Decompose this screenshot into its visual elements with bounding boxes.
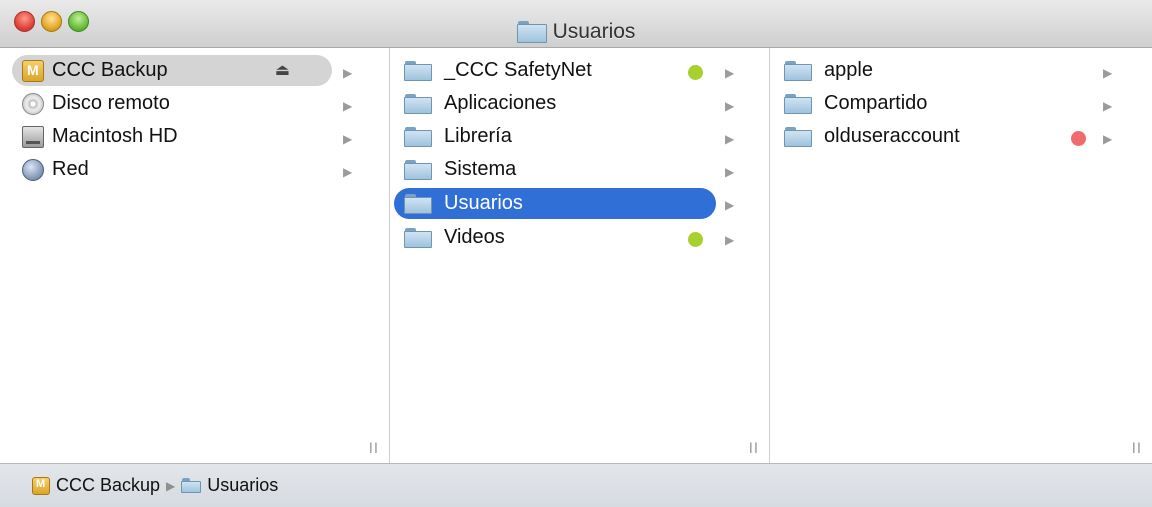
list-item-macintosh-hd[interactable]: Macintosh HD [12,121,332,152]
list-item-videos[interactable]: Videos [394,222,714,253]
green-tag-dot [688,232,703,247]
remote-disc-icon [22,92,44,115]
path-bar: CCC Backup ▶ Usuarios [0,463,1152,507]
backup-volume-icon [22,59,44,82]
disclosure-arrow-icon: ▶ [725,99,735,113]
disclosure-arrow-icon: ▶ [725,66,735,80]
backup-volume-icon [32,476,50,495]
window-title: Usuarios [552,20,636,43]
disclosure-arrow-icon: ▶ [1103,132,1113,146]
disclosure-arrow-icon: ▶ [1103,66,1113,80]
disclosure-arrow-icon: ▶ [343,165,353,179]
list-item-ccc-backup[interactable]: CCC Backup ⏏ [12,55,332,86]
folder-icon [784,93,812,114]
list-item-apple[interactable]: apple [774,55,1074,86]
folder-icon [181,478,202,493]
red-tag-dot [1071,131,1086,146]
column-folders[interactable]: _CCC SafetyNet ▶ Aplicaciones ▶ Librería… [390,48,770,463]
column-resize-handle[interactable]: II [749,441,759,457]
folder-icon [404,60,432,81]
disclosure-arrow-icon: ▶ [725,165,735,179]
list-item-disco-remoto[interactable]: Disco remoto [12,88,332,119]
folder-icon [784,126,812,147]
path-separator-icon: ▶ [166,478,176,493]
list-item-usuarios[interactable]: Usuarios [394,188,716,219]
folder-icon [404,193,432,214]
list-item-compartido[interactable]: Compartido [774,88,1074,119]
folder-icon [516,21,547,43]
folder-icon [784,60,812,81]
green-tag-dot [688,65,703,80]
folder-icon [404,93,432,114]
column-volumes[interactable]: CCC Backup ⏏ ▶ Disco remoto ▶ Macintosh … [0,48,390,463]
disclosure-arrow-icon: ▶ [1103,99,1113,113]
disclosure-arrow-icon: ▶ [725,132,735,146]
column-resize-handle[interactable]: II [1132,441,1142,457]
disclosure-arrow-icon: ▶ [343,99,353,113]
disclosure-arrow-icon: ▶ [725,233,735,247]
list-item-red[interactable]: Red [12,154,332,185]
network-icon [22,158,44,181]
hard-drive-icon [22,125,44,148]
disclosure-arrow-icon: ▶ [343,132,353,146]
column-resize-handle[interactable]: II [369,441,379,457]
disclosure-arrow-icon: ▶ [343,66,353,80]
column-user-folders[interactable]: apple ▶ Compartido ▶ olduseraccount ▶ II [770,48,1152,463]
eject-icon[interactable]: ⏏ [275,60,290,79]
folder-icon [404,159,432,180]
path-segment-ccc-backup[interactable]: CCC Backup [32,475,160,496]
list-item-libreria[interactable]: Librería [394,121,714,152]
path-segment-usuarios[interactable]: Usuarios [181,475,278,496]
folder-icon [404,126,432,147]
title-bar[interactable]: Usuarios [0,0,1152,48]
list-item-aplicaciones[interactable]: Aplicaciones [394,88,714,119]
list-item-sistema[interactable]: Sistema [394,154,714,185]
folder-icon [404,227,432,248]
list-item-ccc-safetynet[interactable]: _CCC SafetyNet [394,55,714,86]
finder-window: Usuarios CCC Backup ⏏ ▶ Disco remoto ▶ M… [0,0,1152,507]
disclosure-arrow-icon: ▶ [725,198,735,212]
list-item-olduseraccount[interactable]: olduseraccount [774,121,1074,152]
